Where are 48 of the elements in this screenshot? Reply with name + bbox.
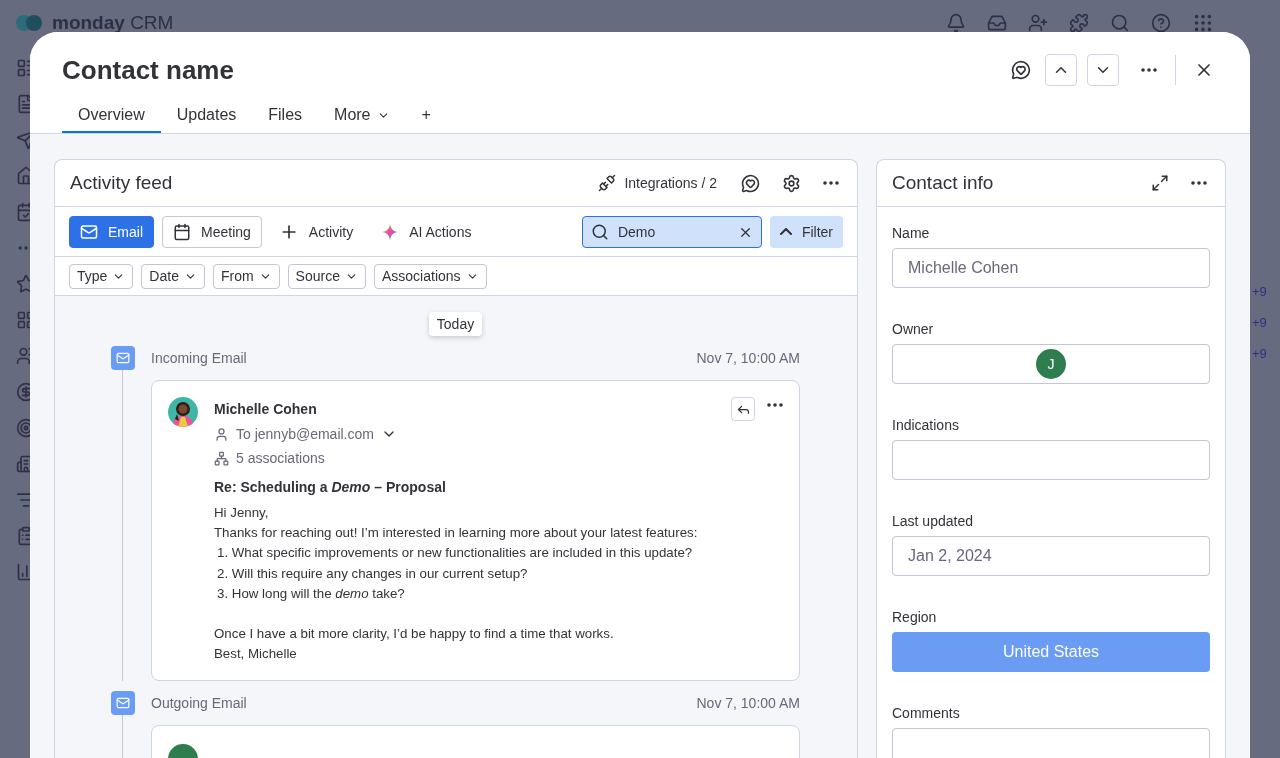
email-text: Best, Michelle bbox=[214, 645, 298, 664]
activity-time: Nov 7, 10:00 AM bbox=[696, 350, 800, 366]
tab[interactable]: Overview bbox=[62, 106, 161, 133]
field-label: Name bbox=[892, 224, 931, 242]
cell-value: +9 bbox=[1252, 315, 1267, 330]
filter-dropdown[interactable]: Type bbox=[69, 263, 134, 289]
email-text: Thanks for reaching out! I’m interested in learning more about your latest features: bbox=[214, 524, 699, 543]
filter-dropdown[interactable]: From bbox=[212, 263, 280, 289]
contact-title: Contact name bbox=[62, 54, 234, 86]
app-logo: monday CRM bbox=[52, 12, 174, 34]
cell-value: +9 bbox=[1252, 346, 1267, 361]
field-label: Region bbox=[892, 608, 938, 626]
activity-type: Outgoing Email bbox=[151, 695, 248, 712]
filter-dropdown[interactable]: Associations bbox=[373, 263, 487, 289]
associations-link[interactable]: 5 associations bbox=[236, 447, 325, 469]
action-button[interactable]: Meeting bbox=[162, 215, 262, 248]
integrations-button[interactable]: Integrations / 2 bbox=[598, 174, 717, 192]
tab[interactable]: Files bbox=[252, 106, 319, 133]
field-label: Last updated bbox=[892, 512, 974, 530]
field-label: Owner bbox=[892, 320, 935, 338]
email-question: 2. Will this require any changes in our current setup? bbox=[216, 564, 529, 583]
filter-dropdown[interactable]: Date bbox=[141, 263, 205, 289]
email-text: Once I have a bit more clarity, I’d be happy to find a time that works. bbox=[214, 625, 615, 643]
email-question: 1. What specific improvements or new functionalities are included in this update? bbox=[216, 544, 694, 563]
date-marker: Today bbox=[428, 312, 483, 336]
field-label: Indications bbox=[892, 416, 960, 434]
email-question: 3. How long will the demo take? bbox=[216, 584, 406, 603]
tab[interactable]: Updates bbox=[160, 106, 253, 133]
action-button[interactable]: Email bbox=[69, 215, 154, 248]
panel-title: Contact info bbox=[892, 172, 995, 194]
text-field[interactable]: Jan 2, 2024 bbox=[892, 536, 1210, 576]
text-field[interactable]: Michelle Cohen bbox=[892, 248, 1210, 288]
tab[interactable]: More bbox=[318, 106, 406, 133]
cell-value: +9 bbox=[1252, 284, 1267, 299]
owner-avatar: J bbox=[1036, 349, 1066, 379]
owner-field[interactable]: J bbox=[892, 344, 1210, 384]
sender-name: Michelle Cohen bbox=[214, 400, 318, 419]
panel-title: Activity feed bbox=[70, 172, 174, 194]
filter-button[interactable]: Filter bbox=[769, 215, 843, 248]
search-field[interactable]: Demo bbox=[581, 215, 762, 248]
email-text: Hi Jenny, bbox=[214, 504, 270, 522]
activity-type: Incoming Email bbox=[151, 350, 248, 366]
recipient: To jennyb@email.com bbox=[236, 425, 374, 444]
add-tab-button[interactable]: + bbox=[405, 106, 447, 133]
field-label: Comments bbox=[892, 704, 961, 722]
activity-time: Nov 7, 10:00 AM bbox=[696, 695, 800, 712]
email-subject: Re: Scheduling a Demo – Proposal bbox=[214, 479, 447, 495]
filter-dropdown[interactable]: Source bbox=[287, 263, 366, 289]
